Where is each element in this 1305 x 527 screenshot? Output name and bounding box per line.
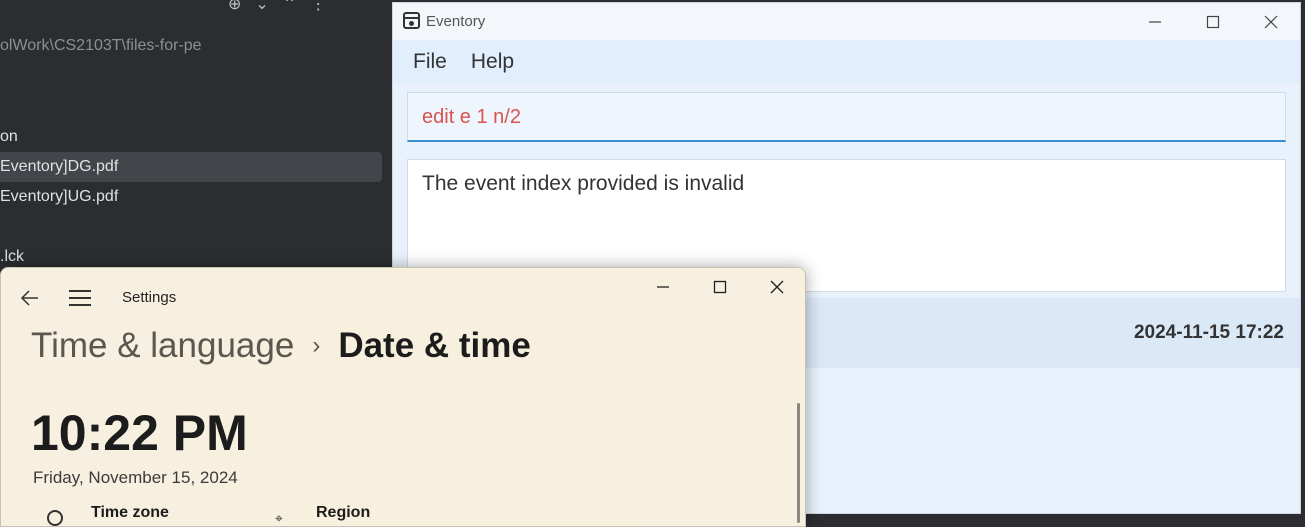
maximize-button[interactable]	[1184, 3, 1242, 40]
breadcrumb: Time & language › Date & time	[31, 326, 531, 366]
ide-toolbar: ⊕ ⌄ ⌃ ⋮	[228, 0, 326, 14]
back-button[interactable]	[19, 288, 41, 308]
window-title: Eventory	[426, 13, 486, 30]
command-text[interactable]: edit e 1 n/2	[422, 106, 521, 129]
menu-file[interactable]: File	[413, 50, 447, 74]
file-tree-item[interactable]: on	[0, 122, 18, 152]
time-zone-label: Time zone	[91, 504, 169, 521]
minimize-icon	[657, 286, 669, 288]
chevron-down-icon[interactable]: ⌄	[255, 0, 268, 14]
page-title: Date & time	[338, 326, 531, 365]
back-arrow-icon	[20, 290, 38, 306]
current-time: 10:22 PM	[31, 405, 248, 461]
close-button[interactable]	[1242, 3, 1300, 40]
file-tree-item-selected[interactable]: Eventory]DG.pdf	[0, 152, 382, 182]
more-options-icon[interactable]: ⋮	[310, 0, 326, 14]
current-date: Friday, November 15, 2024	[33, 468, 238, 487]
title-bar[interactable]: Eventory	[393, 3, 1300, 40]
minimize-icon	[1149, 20, 1161, 23]
close-icon	[770, 280, 784, 294]
event-datetime: 2024-11-15 17:22	[1133, 322, 1284, 343]
target-icon[interactable]: ⊕	[228, 0, 241, 14]
command-input[interactable]: edit e 1 n/2	[407, 92, 1286, 142]
maximize-button[interactable]	[700, 274, 740, 300]
menu-bar: File Help	[393, 40, 1300, 84]
maximize-icon	[1206, 15, 1220, 28]
close-button[interactable]	[757, 274, 797, 300]
globe-icon	[47, 510, 63, 526]
region-label: Region	[316, 504, 371, 521]
file-tree-item[interactable]: Eventory]UG.pdf	[0, 182, 118, 212]
breadcrumb-parent[interactable]: Time & language	[31, 326, 294, 366]
minimize-button[interactable]	[1126, 3, 1184, 40]
result-message: The event index provided is invalid	[422, 172, 745, 195]
chevron-right-icon: ›	[312, 332, 321, 359]
minimize-button[interactable]	[643, 274, 683, 300]
maximize-icon	[713, 280, 727, 294]
scrollbar[interactable]	[797, 403, 800, 523]
chevron-up-icon[interactable]: ⌃	[283, 0, 296, 14]
calendar-icon	[403, 12, 420, 29]
location-pin-icon: ⌖	[275, 510, 283, 526]
menu-help[interactable]: Help	[471, 50, 514, 74]
settings-title: Settings	[122, 289, 177, 306]
hamburger-menu-icon[interactable]	[69, 290, 91, 306]
close-icon	[1264, 15, 1278, 28]
project-path: olWork\CS2103T\files-for-pe	[0, 37, 202, 54]
settings-window: Settings Time & language › Date & time 1…	[0, 267, 806, 527]
